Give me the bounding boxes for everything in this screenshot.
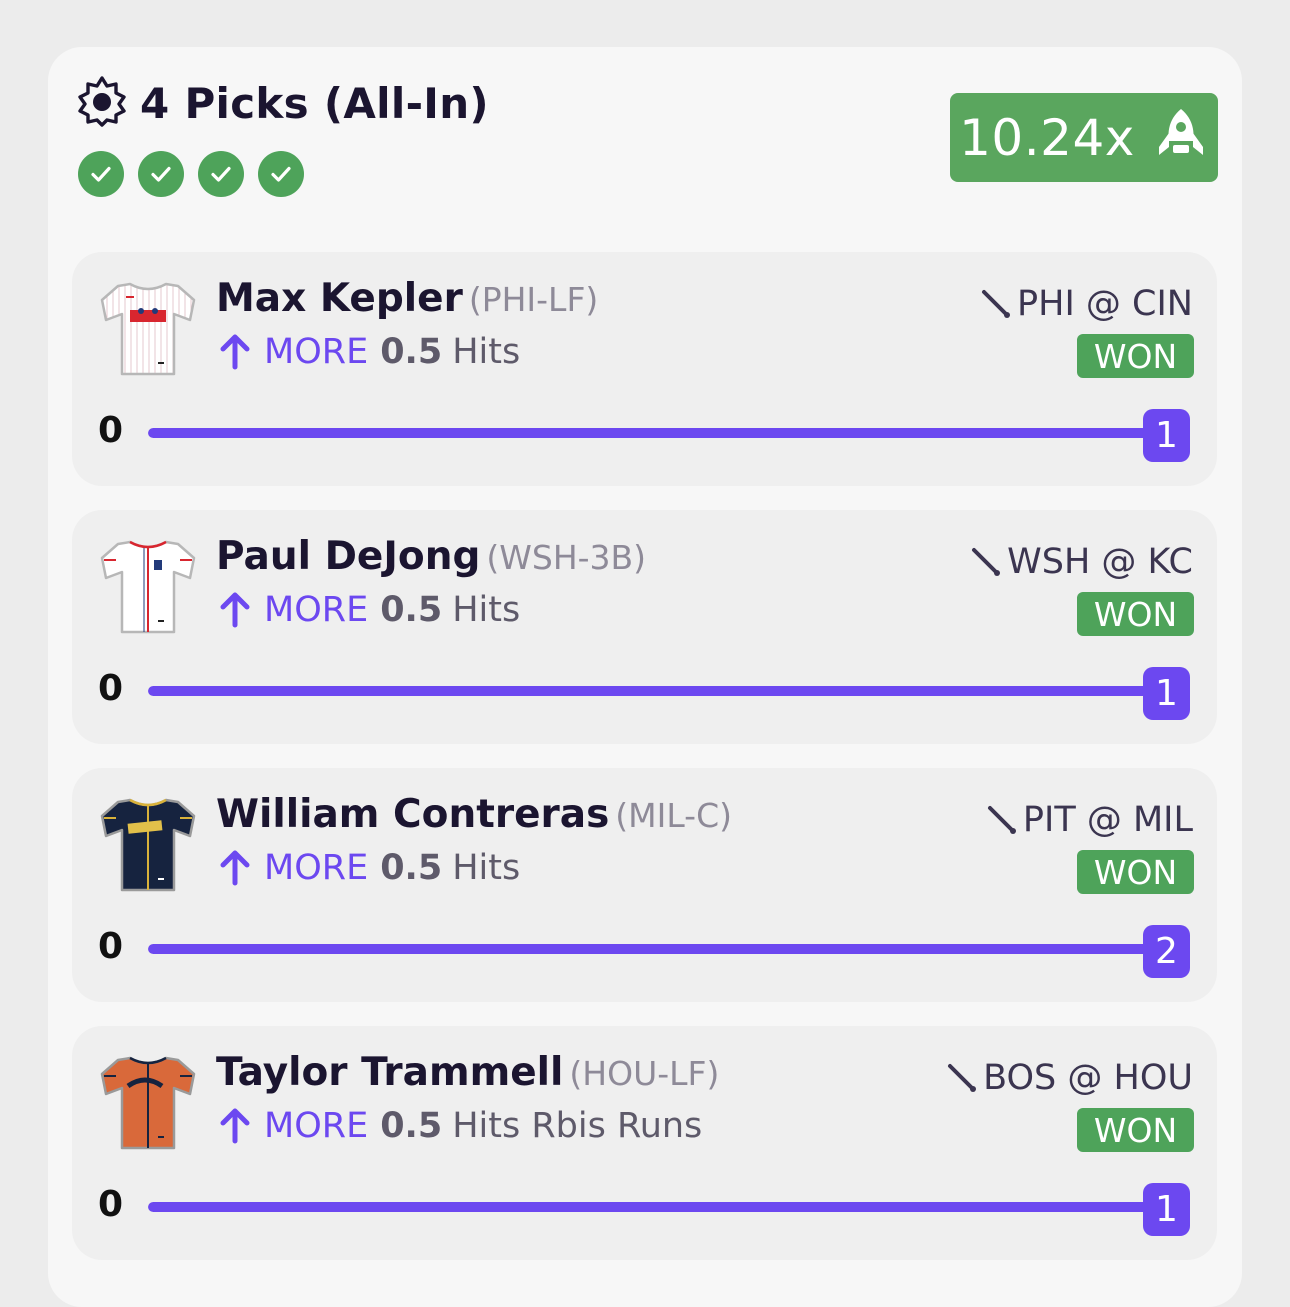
pick-card[interactable]: Paul DeJong (WSH-3B) MORE 0.5 Hits WSH @ … bbox=[72, 510, 1217, 744]
player-line: William Contreras (MIL-C) bbox=[216, 792, 732, 837]
pick-card[interactable]: William Contreras (MIL-C) MORE 0.5 Hits P… bbox=[72, 768, 1217, 1002]
player-name[interactable]: William Contreras bbox=[216, 792, 609, 837]
progress-value: 1 bbox=[1143, 667, 1190, 720]
entry-card[interactable]: 4 Picks (All-In) 10.24x Max Kepler (PHI-… bbox=[48, 47, 1242, 1307]
brewers-jersey-icon bbox=[98, 794, 198, 894]
player-team-position: (MIL-C) bbox=[615, 796, 733, 835]
pick-results-checks bbox=[78, 151, 318, 197]
direction-label: MORE bbox=[264, 848, 369, 888]
direction-label: MORE bbox=[264, 590, 369, 630]
projection-line: MORE 0.5 Hits bbox=[218, 848, 520, 888]
pick-card[interactable]: Taylor Trammell (HOU-LF) MORE 0.5 Hits Rb… bbox=[72, 1026, 1217, 1260]
matchup-text: PHI @ CIN bbox=[1017, 284, 1193, 324]
player-team-position: (WSH-3B) bbox=[486, 538, 647, 577]
projection-line: MORE 0.5 Hits Rbis Runs bbox=[218, 1106, 702, 1146]
entry-title-row: 4 Picks (All-In) bbox=[76, 75, 489, 131]
progress-fill bbox=[148, 1202, 1148, 1212]
status-badge: WON bbox=[1077, 592, 1194, 636]
matchup-text: BOS @ HOU bbox=[983, 1058, 1193, 1098]
progress-fill bbox=[148, 944, 1148, 954]
progress-fill bbox=[148, 428, 1148, 438]
game-matchup: PHI @ CIN bbox=[979, 284, 1193, 324]
stat-type: Hits bbox=[452, 332, 521, 372]
game-matchup: WSH @ KC bbox=[969, 542, 1193, 582]
progress-value: 1 bbox=[1143, 409, 1190, 462]
phillies-jersey-icon bbox=[98, 278, 198, 378]
player-name[interactable]: Paul DeJong bbox=[216, 534, 480, 579]
status-badge: WON bbox=[1077, 1108, 1194, 1152]
gear-sun-icon bbox=[76, 75, 128, 131]
direction-label: MORE bbox=[264, 332, 369, 372]
multiplier-value: 10.24x bbox=[959, 108, 1135, 167]
check-icon bbox=[138, 151, 184, 197]
matchup-text: WSH @ KC bbox=[1007, 542, 1193, 582]
arrow-up-icon bbox=[220, 592, 250, 628]
rocket-icon bbox=[1135, 107, 1209, 169]
check-icon bbox=[258, 151, 304, 197]
game-matchup: PIT @ MIL bbox=[985, 800, 1193, 840]
progress-min: 0 bbox=[98, 668, 124, 709]
progress-min: 0 bbox=[98, 410, 124, 451]
baseball-bat-icon bbox=[987, 806, 1016, 834]
status-badge: WON bbox=[1077, 334, 1194, 378]
projection-line: MORE 0.5 Hits bbox=[218, 590, 520, 630]
player-name[interactable]: Max Kepler bbox=[216, 276, 463, 321]
payout-multiplier-badge: 10.24x bbox=[950, 93, 1218, 182]
arrow-up-icon bbox=[220, 850, 250, 886]
stat-type: Hits Rbis Runs bbox=[452, 1106, 703, 1146]
player-team-position: (PHI-LF) bbox=[468, 280, 599, 319]
player-line: Max Kepler (PHI-LF) bbox=[216, 276, 598, 321]
baseball-bat-icon bbox=[982, 290, 1011, 318]
arrow-up-icon bbox=[220, 334, 250, 370]
status-badge: WON bbox=[1077, 850, 1194, 894]
progress-min: 0 bbox=[98, 1184, 124, 1225]
player-line: Paul DeJong (WSH-3B) bbox=[216, 534, 646, 579]
pick-card[interactable]: Max Kepler (PHI-LF) MORE 0.5 Hits PHI @ C… bbox=[72, 252, 1217, 486]
line-value: 0.5 bbox=[380, 1106, 443, 1146]
progress-track bbox=[148, 1202, 1148, 1212]
astros-jersey-icon bbox=[98, 1052, 198, 1152]
nationals-jersey-icon bbox=[98, 536, 198, 636]
player-name[interactable]: Taylor Trammell bbox=[216, 1050, 563, 1095]
progress-track bbox=[148, 944, 1148, 954]
progress-fill bbox=[148, 686, 1148, 696]
stat-type: Hits bbox=[452, 590, 521, 630]
player-team-position: (HOU-LF) bbox=[569, 1054, 720, 1093]
entry-header: 4 Picks (All-In) 10.24x bbox=[48, 47, 1242, 247]
progress-track bbox=[148, 428, 1148, 438]
progress-track bbox=[148, 686, 1148, 696]
direction-label: MORE bbox=[264, 1106, 369, 1146]
line-value: 0.5 bbox=[380, 590, 443, 630]
matchup-text: PIT @ MIL bbox=[1022, 800, 1193, 840]
check-icon bbox=[198, 151, 244, 197]
player-line: Taylor Trammell (HOU-LF) bbox=[216, 1050, 719, 1095]
game-matchup: BOS @ HOU bbox=[945, 1058, 1193, 1098]
baseball-bat-icon bbox=[948, 1064, 977, 1092]
progress-value: 2 bbox=[1143, 925, 1190, 978]
progress-min: 0 bbox=[98, 926, 124, 967]
stat-type: Hits bbox=[452, 848, 521, 888]
projection-line: MORE 0.5 Hits bbox=[218, 332, 520, 372]
check-icon bbox=[78, 151, 124, 197]
arrow-up-icon bbox=[220, 1108, 250, 1144]
progress-value: 1 bbox=[1143, 1183, 1190, 1236]
entry-title: 4 Picks (All-In) bbox=[140, 78, 489, 128]
line-value: 0.5 bbox=[380, 332, 443, 372]
baseball-bat-icon bbox=[972, 548, 1001, 576]
line-value: 0.5 bbox=[380, 848, 443, 888]
